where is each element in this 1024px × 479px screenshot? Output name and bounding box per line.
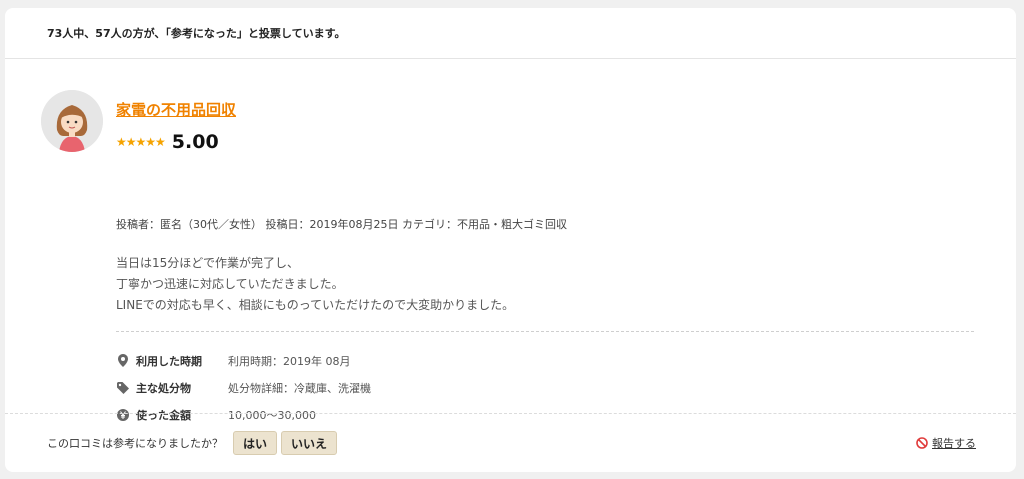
prohibited-icon (916, 437, 928, 449)
detail-value: 処分物詳細：冷蔵庫、洗濯機 (228, 381, 371, 395)
review-title[interactable]: 家電の不用品回収 (116, 99, 236, 120)
footer-divider (5, 413, 1016, 414)
divider (116, 331, 974, 332)
review-card: 73人中、57人の方が、「参考になった」と投票しています。 家電の不用品回収 ★… (5, 8, 1016, 472)
review-meta: 投稿者：匿名（30代／女性） 投稿日：2019年08月25日 カテゴリ：不用品・… (116, 218, 567, 231)
detail-row-period: 利用した時期 利用時期：2019年 08月 (116, 347, 371, 374)
vote-summary: 73人中、57人の方が、「参考になった」と投票しています。 (5, 8, 1016, 59)
review-text-line: 丁寧かつ迅速に対応していただきました。 (116, 277, 344, 291)
review-body: 家電の不用品回収 ★★★★★ 5.00 投稿者：匿名（30代／女性） 投稿日：2… (5, 59, 1016, 422)
star-rating-icon: ★★★★★ (116, 135, 166, 149)
rating: ★★★★★ 5.00 (116, 131, 219, 153)
helpful-yes-button[interactable]: はい (233, 431, 278, 455)
helpful-no-button[interactable]: いいえ (281, 431, 338, 455)
review-text-line: LINEでの対応も早く、相談にものっていただけたので大変助かりました。 (116, 298, 515, 312)
woman-avatar-icon (41, 90, 103, 152)
detail-row-cost: 使った金額 10,000〜30,000 (116, 401, 371, 428)
avatar (41, 90, 103, 152)
review-text-line: 当日は15分ほどで作業が完了し、 (116, 256, 300, 270)
detail-label: 主な処分物 (136, 381, 191, 395)
location-pin-icon (116, 354, 130, 368)
detail-label: 利用した時期 (136, 354, 202, 368)
tag-icon (116, 381, 130, 395)
review-text: 当日は15分ほどで作業が完了し、 丁寧かつ迅速に対応していただきました。 LIN… (116, 253, 514, 316)
yen-icon (116, 408, 130, 422)
detail-value: 10,000〜30,000 (228, 408, 316, 422)
review-footer: この口コミは参考になりましたか？ はい いいえ 報告する (47, 430, 976, 456)
review-details: 利用した時期 利用時期：2019年 08月 主な処分物 処分物詳細：冷蔵庫、洗濯… (116, 347, 371, 428)
rating-score: 5.00 (171, 131, 219, 153)
helpful-question: この口コミは参考になりましたか？ (47, 437, 223, 450)
detail-value: 利用時期：2019年 08月 (228, 354, 351, 368)
detail-label: 使った金額 (136, 408, 191, 422)
detail-row-items: 主な処分物 処分物詳細：冷蔵庫、洗濯機 (116, 374, 371, 401)
report-link[interactable]: 報告する (916, 435, 976, 451)
report-label: 報告する (932, 437, 976, 450)
